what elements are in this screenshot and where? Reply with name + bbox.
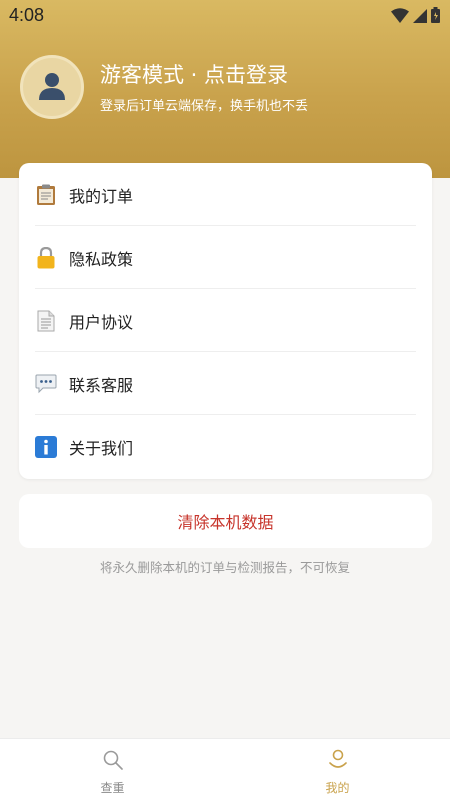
wifi-icon (391, 7, 409, 28)
avatar[interactable] (20, 55, 84, 119)
search-icon (102, 749, 124, 775)
smile-user-icon (327, 749, 349, 775)
status-time: 4:08 (9, 5, 45, 25)
status-bar: 4:08 (0, 0, 450, 30)
clipboard-icon (35, 184, 57, 206)
menu-item-my-orders[interactable]: 我的订单 (19, 163, 432, 226)
lock-icon (35, 246, 57, 269)
tab-label: 查重 (100, 781, 125, 795)
menu-card: 我的订单 隐私政策 用户协议 联系客服 关于我们 (19, 163, 432, 479)
login-prompt[interactable]: 游客模式 · 点击登录 登录后订单云端保存，换手机也不丢 (20, 55, 430, 119)
speech-bubble-icon (35, 373, 57, 395)
tab-mine[interactable]: 我的 (225, 739, 450, 800)
battery-icon (431, 7, 440, 28)
menu-item-contact-support[interactable]: 联系客服 (19, 352, 432, 415)
menu-item-about-us[interactable]: 关于我们 (19, 415, 432, 478)
user-icon (37, 70, 67, 104)
menu-item-label: 联系客服 (69, 375, 134, 395)
tab-label: 我的 (325, 781, 350, 795)
menu-item-label: 隐私政策 (69, 249, 134, 269)
menu-item-label: 关于我们 (69, 438, 134, 458)
bottom-tab-bar: 查重 我的 (0, 738, 450, 800)
menu-item-label: 我的订单 (69, 186, 134, 206)
clear-data-warning: 将永久删除本机的订单与检测报告，不可恢复 (99, 560, 350, 575)
login-title[interactable]: 游客模式 · 点击登录 (100, 59, 288, 89)
menu-item-label: 用户协议 (69, 312, 134, 332)
info-icon (35, 435, 57, 458)
tab-check[interactable]: 查重 (0, 739, 225, 800)
clear-local-data-button[interactable]: 清除本机数据 (19, 494, 432, 548)
menu-item-privacy-policy[interactable]: 隐私政策 (19, 226, 432, 289)
login-subtitle: 登录后订单云端保存，换手机也不丢 (100, 99, 309, 114)
clear-local-data-label: 清除本机数据 (177, 513, 274, 532)
document-icon (35, 310, 57, 332)
menu-item-user-agreement[interactable]: 用户协议 (19, 289, 432, 352)
status-icons (391, 7, 440, 28)
signal-icon (413, 8, 427, 28)
